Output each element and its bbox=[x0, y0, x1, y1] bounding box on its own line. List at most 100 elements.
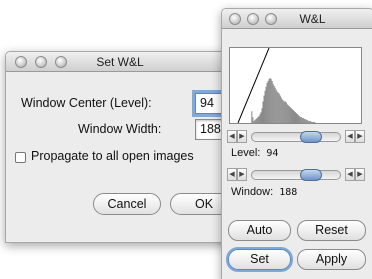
histogram-bar bbox=[256, 118, 258, 123]
wl-titlebar[interactable]: W&L bbox=[222, 9, 372, 29]
propagate-checkbox[interactable] bbox=[15, 152, 26, 163]
histogram-bar bbox=[281, 99, 283, 123]
histogram-bar bbox=[300, 117, 302, 123]
histogram-bar bbox=[287, 105, 289, 123]
window-readout: Window: 188 bbox=[231, 186, 297, 198]
histogram-bar bbox=[307, 120, 309, 123]
histogram-bar bbox=[253, 121, 255, 123]
histogram-bar bbox=[265, 86, 267, 123]
histogram-bar bbox=[266, 82, 268, 123]
histogram-bar bbox=[286, 104, 288, 123]
histogram-bar bbox=[306, 120, 308, 123]
histogram-bar bbox=[254, 120, 256, 123]
wl-panel: W&L ◀ ▶ ◀ ▶ Level: 94 ◀ ▶ ◀ ▶ Window: 18… bbox=[221, 8, 372, 279]
histogram-bar bbox=[272, 83, 274, 123]
level-right-arrow-icon[interactable]: ▶ bbox=[355, 130, 365, 143]
histogram-bar bbox=[270, 78, 272, 123]
histogram-bar bbox=[314, 122, 316, 123]
histogram-bar bbox=[275, 89, 277, 123]
histogram-bar bbox=[292, 110, 294, 123]
auto-button[interactable]: Auto bbox=[228, 220, 291, 241]
histogram-bar bbox=[274, 87, 276, 123]
histogram-bar bbox=[291, 109, 293, 123]
histogram-bar bbox=[257, 117, 259, 123]
histogram-bar bbox=[268, 78, 270, 123]
window-slider-thumb[interactable] bbox=[299, 169, 322, 181]
histogram-bar bbox=[279, 95, 281, 123]
histogram-bar bbox=[298, 115, 300, 123]
histogram-bar bbox=[301, 117, 303, 123]
histogram-bar bbox=[282, 100, 284, 123]
level-value: 94 bbox=[266, 148, 279, 159]
window-label: Window: bbox=[231, 186, 274, 198]
window-left-arrow-icon[interactable]: ◀ bbox=[227, 168, 237, 181]
propagate-label: Propagate to all open images bbox=[31, 149, 194, 163]
histogram-bar bbox=[276, 91, 278, 123]
histogram-bar bbox=[288, 106, 290, 123]
window-slider-row: ◀ ▶ ◀ ▶ bbox=[227, 168, 371, 182]
histogram-bar bbox=[262, 101, 264, 123]
level-label: Level: bbox=[231, 147, 261, 159]
histogram-bar bbox=[255, 119, 257, 123]
histogram-bar bbox=[302, 118, 304, 123]
histogram-bar bbox=[278, 93, 280, 123]
histogram-bar bbox=[259, 114, 261, 123]
histogram-bar bbox=[304, 119, 306, 123]
histogram-bar bbox=[299, 116, 301, 123]
histogram-bar bbox=[312, 122, 314, 123]
reset-button[interactable]: Reset bbox=[297, 220, 366, 241]
level-slider-thumb[interactable] bbox=[299, 131, 322, 143]
window-width-label: Window Width: bbox=[78, 122, 162, 136]
histogram-bar bbox=[313, 122, 315, 123]
histogram-bar bbox=[289, 107, 291, 123]
window-center-label: Window Center (Level): bbox=[21, 96, 152, 110]
histogram-plot bbox=[229, 47, 362, 124]
histogram-bar bbox=[303, 118, 305, 123]
histogram-bar bbox=[252, 117, 254, 123]
histogram-bar bbox=[309, 121, 311, 123]
set-button[interactable]: Set bbox=[228, 249, 291, 270]
histogram-bar bbox=[296, 113, 298, 123]
histogram-bar bbox=[264, 90, 266, 123]
level-right-arrow-icon[interactable]: ▶ bbox=[237, 130, 247, 143]
window-right-arrow-icon[interactable]: ▶ bbox=[355, 168, 365, 181]
histogram-bar bbox=[290, 108, 292, 123]
window-right-arrow-icon[interactable]: ▶ bbox=[237, 168, 247, 181]
histogram-bar bbox=[271, 80, 273, 123]
histogram-bar bbox=[305, 119, 307, 123]
close-icon[interactable] bbox=[229, 13, 241, 25]
wl-title: W&L bbox=[299, 12, 326, 26]
histogram-bar bbox=[269, 78, 271, 123]
histogram-bar bbox=[280, 97, 282, 123]
set-wl-titlebar[interactable]: Set W&L bbox=[6, 52, 234, 72]
histogram-bar bbox=[311, 122, 313, 123]
set-wl-title: Set W&L bbox=[96, 55, 144, 69]
level-left-arrow-icon[interactable]: ◀ bbox=[345, 130, 355, 143]
histogram-bar bbox=[251, 111, 253, 123]
level-readout: Level: 94 bbox=[231, 147, 278, 159]
level-left-arrow-icon[interactable]: ◀ bbox=[227, 130, 237, 143]
set-wl-dialog: Set W&L Window Center (Level): 94 Window… bbox=[5, 51, 235, 243]
histogram-bar bbox=[293, 111, 295, 123]
level-slider-row: ◀ ▶ ◀ ▶ bbox=[227, 130, 371, 144]
histogram-bar bbox=[285, 102, 287, 123]
level-slider-track[interactable] bbox=[251, 131, 341, 143]
cancel-button[interactable]: Cancel bbox=[93, 193, 161, 215]
histogram-bar bbox=[308, 121, 310, 123]
histogram-bar bbox=[258, 116, 260, 123]
histogram-bar bbox=[277, 92, 279, 123]
window-slider-track[interactable] bbox=[251, 169, 341, 181]
window-value: 188 bbox=[279, 187, 298, 198]
histogram-bar bbox=[284, 101, 286, 123]
histogram-bar bbox=[267, 80, 269, 123]
histogram-bar bbox=[297, 114, 299, 123]
histogram-bar bbox=[263, 95, 265, 123]
apply-button[interactable]: Apply bbox=[297, 249, 366, 270]
histogram-bar bbox=[273, 85, 275, 123]
window-left-arrow-icon[interactable]: ◀ bbox=[345, 168, 355, 181]
histogram-bar bbox=[261, 108, 263, 123]
histogram-bar bbox=[260, 112, 262, 123]
histogram-bar bbox=[283, 101, 285, 123]
histogram-bar bbox=[294, 112, 297, 123]
histogram-bar bbox=[310, 121, 312, 123]
